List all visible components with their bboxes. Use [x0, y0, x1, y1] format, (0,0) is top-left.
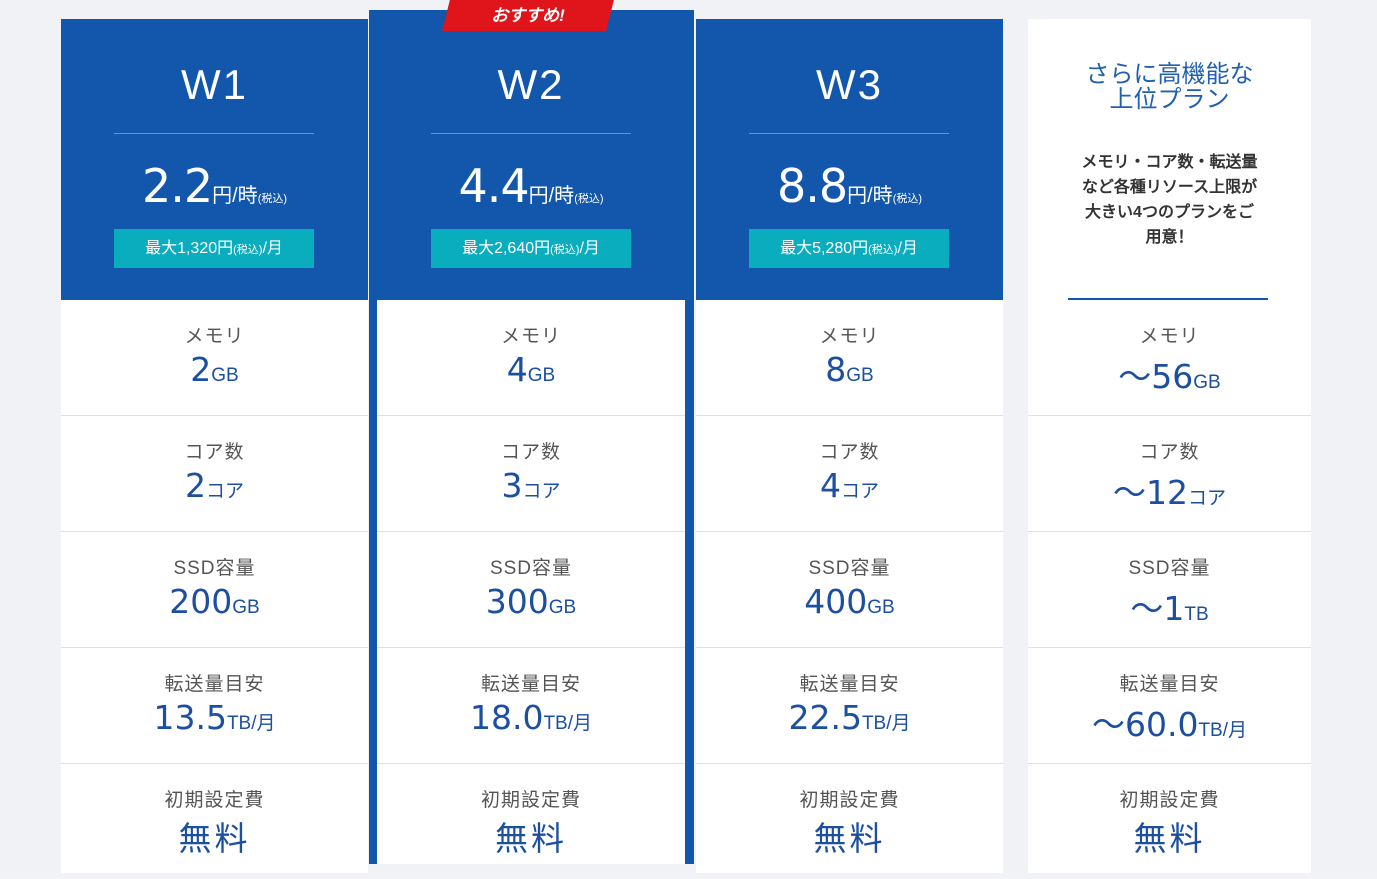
- plan-name: W3: [816, 61, 883, 108]
- spec-row-cores: コア数 3コア: [377, 416, 685, 532]
- spec-row-setup-fee: 初期設定費 無料: [799, 790, 900, 857]
- header-divider: [431, 133, 631, 134]
- spec-row-transfer: 転送量目安 13.5TB/月: [61, 648, 368, 764]
- hourly-price: 4.4円/時(税込): [458, 159, 604, 213]
- plan-header: W3 8.8円/時(税込) 最大5,280円(税込)/月: [696, 19, 1003, 300]
- spec-row-transfer: 転送量目安 22.5TB/月: [696, 648, 1003, 764]
- spec-row-cores: コア数 ～12コア: [1028, 416, 1311, 532]
- spec-row-memory: メモリ 8GB: [696, 300, 1003, 416]
- hourly-price: 8.8円/時(税込): [776, 159, 923, 213]
- plan-card-w2: W2 4.4円/時(税込) 最大2,640円(税込)/月 メモリ 4GB コア数 3…: [369, 10, 694, 864]
- header-divider: [749, 133, 949, 134]
- plan-name: W2: [497, 61, 565, 108]
- spec-row-setup-fee: 初期設定費 無料: [164, 790, 265, 857]
- spec-row-transfer: 転送量目安 ～60.0TB/月: [1028, 648, 1311, 764]
- monthly-max-price: 最大5,280円(税込)/月: [749, 229, 949, 268]
- spec-row-memory: メモリ 2GB: [61, 300, 368, 416]
- plan-name: W1: [181, 61, 248, 108]
- spec-rows: メモリ ～56GB コア数 ～12コア SSD容量 ～1TB 転送量目安 ～60.0TB…: [1028, 300, 1311, 879]
- spec-row-setup-fee: 初期設定費 無料: [1119, 790, 1220, 857]
- recommended-badge-label: おすすめ!: [491, 6, 565, 25]
- header-divider: [114, 133, 314, 134]
- plan-header: W2 4.4円/時(税込) 最大2,640円(税込)/月: [377, 10, 685, 300]
- spec-row-transfer: 転送量目安 18.0TB/月: [377, 648, 685, 764]
- plan-card-w3: W3 8.8円/時(税込) 最大5,280円(税込)/月 メモリ 8GB コア数 4…: [696, 19, 1003, 873]
- monthly-max-price: 最大1,320円(税込)/月: [114, 229, 314, 268]
- upper-plan-title: さらに高機能な 上位プラン: [1085, 61, 1254, 113]
- hourly-price: 2.2円/時(税込): [141, 159, 288, 213]
- plan-card-w1: W1 2.2円/時(税込) 最大1,320円(税込)/月 メモリ 2GB コア数 2…: [61, 19, 368, 873]
- spec-rows: メモリ 2GB コア数 2コア SSD容量 200GB 転送量目安 13.5TB/月 初…: [61, 300, 368, 879]
- spec-row-cores: コア数 4コア: [696, 416, 1003, 532]
- spec-row-memory: メモリ ～56GB: [1028, 300, 1311, 416]
- plan-header: W1 2.2円/時(税込) 最大1,320円(税込)/月: [61, 19, 368, 300]
- spec-rows: メモリ 8GB コア数 4コア SSD容量 400GB 転送量目安 22.5TB/月 初…: [696, 300, 1003, 879]
- plan-card-upper: さらに高機能な 上位プラン メモリ・コア数・転送量など各種リソース上限が大きい4…: [1028, 19, 1311, 873]
- spec-rows: メモリ 4GB コア数 3コア SSD容量 300GB 転送量目安 18.0TB/月 初…: [377, 300, 685, 879]
- spec-row-ssd: SSD容量 300GB: [377, 532, 685, 648]
- spec-row-ssd: SSD容量 ～1TB: [1028, 532, 1311, 648]
- monthly-max-price: 最大2,640円(税込)/月: [431, 229, 631, 268]
- upper-plan-description: メモリ・コア数・転送量など各種リソース上限が大きい4つのプランをご用意！: [1081, 154, 1258, 246]
- spec-row-ssd: SSD容量 200GB: [61, 532, 368, 648]
- spec-row-memory: メモリ 4GB: [377, 300, 685, 416]
- spec-row-cores: コア数 2コア: [61, 416, 368, 532]
- spec-row-ssd: SSD容量 400GB: [696, 532, 1003, 648]
- spec-row-setup-fee: 初期設定費 無料: [480, 790, 581, 857]
